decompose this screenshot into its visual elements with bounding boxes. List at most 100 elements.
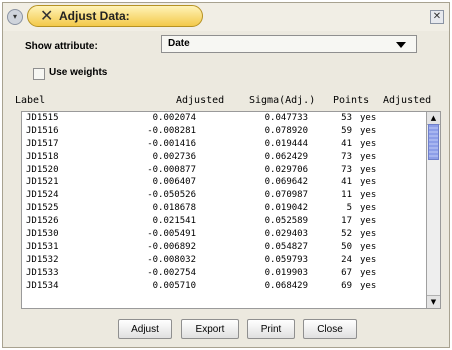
cell-points: 73	[341, 164, 352, 175]
table-row[interactable]: JD1520 -0.000877 0.029706 73 yes	[22, 164, 424, 177]
cell-sigma: 0.069642	[264, 177, 308, 188]
col-header-points: Points	[333, 95, 370, 106]
title-bar: ▾ ✕ Adjust Data: ✕	[3, 3, 449, 31]
table-row[interactable]: JD1531 -0.006892 0.054827 50 yes	[22, 241, 424, 254]
cell-adjusted-value: -0.000877	[147, 164, 196, 175]
title-x-icon: ✕	[40, 6, 54, 25]
cell-adjusted-flag: yes	[360, 216, 377, 227]
table-row[interactable]: JD1533 -0.002754 0.019903 67 yes	[22, 267, 424, 280]
button-bar: Adjust Export Print Close	[3, 317, 449, 345]
cell-points: 41	[341, 138, 352, 149]
cell-adjusted-value: -0.008032	[147, 254, 196, 265]
export-button[interactable]: Export	[181, 319, 239, 339]
cell-adjusted-flag: yes	[360, 254, 377, 265]
cell-adjusted-flag: yes	[360, 267, 377, 278]
cell-points: 24	[341, 254, 352, 265]
cell-adjusted-flag: yes	[360, 138, 377, 149]
cell-adjusted-value: 0.018678	[152, 203, 196, 214]
cell-points: 52	[341, 229, 352, 240]
col-header-label: Label	[15, 95, 46, 106]
col-header-sigma: Sigma(Adj.)	[249, 95, 316, 106]
table-rows: JD1515 0.002074 0.047733 53 yes JD1516 -0.0082…	[22, 112, 424, 292]
cell-points: 11	[341, 190, 352, 201]
cell-adjusted-flag: yes	[360, 151, 377, 162]
table-row[interactable]: JD1526 0.021541 0.052589 17 yes	[22, 215, 424, 228]
cell-label: JD1531	[26, 241, 59, 252]
table-row[interactable]: JD1534 0.005710 0.068429 69 yes	[22, 280, 424, 293]
cell-points: 41	[341, 177, 352, 188]
cell-adjusted-value: 0.021541	[152, 216, 196, 227]
cell-adjusted-flag: yes	[360, 229, 377, 240]
cell-sigma: 0.059793	[264, 254, 308, 265]
col-header-adjusted-value: Adjusted	[176, 95, 225, 106]
adjust-button[interactable]: Adjust	[118, 319, 172, 339]
cell-sigma: 0.052589	[264, 216, 308, 227]
cell-adjusted-value: -0.050526	[147, 190, 196, 201]
cell-sigma: 0.047733	[264, 113, 308, 123]
cell-points: 59	[341, 125, 352, 136]
table-row[interactable]: JD1521 0.006407 0.069642 41 yes	[22, 176, 424, 189]
cell-label: JD1517	[26, 138, 59, 149]
use-weights-label: Use weights	[49, 67, 108, 78]
cell-adjusted-value: -0.002754	[147, 267, 196, 278]
close-icon[interactable]: ✕	[430, 10, 444, 24]
cell-points: 69	[341, 280, 352, 291]
cell-adjusted-flag: yes	[360, 125, 377, 136]
cell-sigma: 0.029706	[264, 164, 308, 175]
cell-adjusted-flag: yes	[360, 241, 377, 252]
scroll-down-icon[interactable]: ▼	[427, 295, 440, 308]
cell-label: JD1532	[26, 254, 59, 265]
table-header: Label Adjusted Sigma(Adj.) Points Adjust…	[13, 93, 437, 109]
print-button[interactable]: Print	[247, 319, 295, 339]
collapse-icon[interactable]: ▾	[7, 9, 23, 25]
cell-adjusted-flag: yes	[360, 164, 377, 175]
scroll-thumb[interactable]	[428, 124, 439, 160]
title-tab: ✕ Adjust Data:	[27, 5, 203, 27]
table-row[interactable]: JD1516 -0.008281 0.078920 59 yes	[22, 125, 424, 138]
cell-sigma: 0.019444	[264, 138, 308, 149]
cell-sigma: 0.019042	[264, 203, 308, 214]
table-row[interactable]: JD1515 0.002074 0.047733 53 yes	[22, 112, 424, 125]
table-row[interactable]: JD1532 -0.008032 0.059793 24 yes	[22, 254, 424, 267]
cell-sigma: 0.029403	[264, 229, 308, 240]
cell-label: JD1516	[26, 125, 59, 136]
table-row[interactable]: JD1517 -0.001416 0.019444 41 yes	[22, 138, 424, 151]
close-button[interactable]: Close	[303, 319, 357, 339]
data-table[interactable]: JD1515 0.002074 0.047733 53 yes JD1516 -0.0082…	[21, 111, 441, 309]
cell-label: JD1534	[26, 280, 59, 291]
cell-adjusted-value: 0.005710	[152, 280, 196, 291]
cell-adjusted-flag: yes	[360, 203, 377, 214]
use-weights-checkbox[interactable]	[33, 68, 45, 80]
table-row[interactable]: JD1530 -0.005491 0.029403 52 yes	[22, 228, 424, 241]
cell-sigma: 0.062429	[264, 151, 308, 162]
chevron-down-icon	[396, 42, 406, 48]
window-title: Adjust Data:	[59, 9, 130, 23]
cell-adjusted-value: -0.001416	[147, 138, 196, 149]
cell-label: JD1521	[26, 177, 59, 188]
cell-label: JD1530	[26, 229, 59, 240]
table-row[interactable]: JD1518 0.002736 0.062429 73 yes	[22, 151, 424, 164]
cell-points: 50	[341, 241, 352, 252]
cell-adjusted-value: 0.006407	[152, 177, 196, 188]
cell-label: JD1518	[26, 151, 59, 162]
cell-sigma: 0.054827	[264, 241, 308, 252]
attribute-select-value: Date	[168, 38, 190, 49]
table-row[interactable]: JD1525 0.018678 0.019042 5 yes	[22, 202, 424, 215]
cell-points: 5	[346, 203, 352, 214]
vertical-scrollbar[interactable]: ▲ ▼	[426, 112, 440, 308]
cell-sigma: 0.070987	[264, 190, 308, 201]
cell-sigma: 0.068429	[264, 280, 308, 291]
cell-adjusted-flag: yes	[360, 177, 377, 188]
cell-adjusted-value: -0.005491	[147, 229, 196, 240]
cell-label: JD1515	[26, 113, 59, 123]
cell-points: 17	[341, 216, 352, 227]
cell-points: 67	[341, 267, 352, 278]
adjust-data-window: ▾ ✕ Adjust Data: ✕ Show attribute: Date …	[2, 2, 450, 348]
attribute-select[interactable]: Date	[161, 35, 417, 53]
table-row[interactable]: JD1524 -0.050526 0.070987 11 yes	[22, 189, 424, 202]
cell-sigma: 0.078920	[264, 125, 308, 136]
cell-label: JD1526	[26, 216, 59, 227]
cell-adjusted-value: 0.002074	[152, 113, 196, 123]
cell-adjusted-flag: yes	[360, 190, 377, 201]
cell-adjusted-value: 0.002736	[152, 151, 196, 162]
